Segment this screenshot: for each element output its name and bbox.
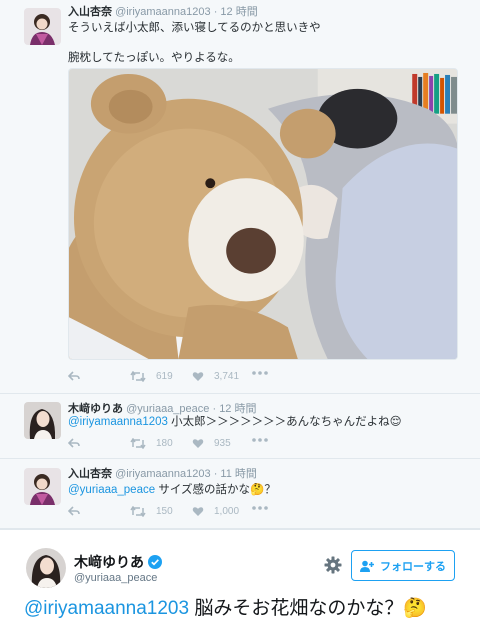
- more-icon: [252, 371, 268, 375]
- tweet-text: そういえば小太郎、添い寝してるのかと思いきや 腕枕してたっぽい。やりよるな。: [68, 20, 463, 66]
- user-handle[interactable]: @yuriaaa_peace: [74, 572, 157, 584]
- heart-icon: [192, 439, 204, 448]
- retweet-icon: [130, 506, 146, 517]
- more-button[interactable]: [252, 438, 268, 442]
- like-count: 3,741: [214, 371, 240, 382]
- user-handle[interactable]: @iriyamaanna1203: [115, 6, 211, 18]
- mention-link[interactable]: @iriyamaanna1203: [24, 598, 189, 619]
- like-button[interactable]: 1,000: [192, 506, 239, 517]
- tweet-text-line: そういえば小太郎、添い寝してるのかと思いきや: [68, 22, 321, 34]
- avatar[interactable]: [24, 468, 61, 505]
- retweet-count: 150: [156, 506, 173, 517]
- tweet-photo[interactable]: [68, 68, 458, 360]
- retweet-button[interactable]: 619: [130, 371, 173, 382]
- tweet-header: 入山杏奈 @iriyamaanna1203 · 12 時間: [68, 5, 258, 19]
- retweet-count: 619: [156, 371, 173, 382]
- relieved-face-emoji: 😌: [389, 416, 402, 428]
- tweet-text: @iriyamaanna1203 小太郎＞＞＞＞＞＞＞あんなちゃんだよね😌: [68, 414, 463, 430]
- reply-button[interactable]: [68, 371, 80, 381]
- retweet-icon: [130, 371, 146, 382]
- user-name[interactable]: 木﨑ゆりあ: [74, 552, 144, 572]
- more-icon: [252, 506, 268, 510]
- gear-icon[interactable]: [324, 556, 342, 574]
- reply-icon: [68, 506, 80, 516]
- tweet-1[interactable]: 入山杏奈 @iriyamaanna1203 · 12 時間 そういえば小太郎、添…: [0, 0, 480, 394]
- heart-icon: [192, 372, 204, 381]
- tweet-3[interactable]: 入山杏奈 @iriyamaanna1203 · 11 時間 @yuriaaa_p…: [0, 459, 480, 529]
- retweet-button[interactable]: 180: [130, 438, 173, 449]
- reply-icon: [68, 438, 80, 448]
- reply-button[interactable]: [68, 506, 80, 516]
- avatar[interactable]: [24, 8, 61, 45]
- tweet-header: 入山杏奈 @iriyamaanna1203 · 11 時間: [68, 467, 257, 481]
- tweet-2[interactable]: 木﨑ゆりあ @yuriaaa_peace · 12 時間 @iriyamaann…: [0, 394, 480, 459]
- user-name[interactable]: 入山杏奈: [68, 468, 112, 480]
- tweet-text-content: 小太郎＞＞＞＞＞＞＞あんなちゃんだよね: [167, 416, 390, 428]
- mention-link[interactable]: @yuriaaa_peace: [68, 484, 155, 496]
- thinking-face-emoji: 🤔: [249, 484, 265, 496]
- user-name-row: 木﨑ゆりあ: [74, 552, 162, 572]
- tweet-text-content: 脳みそお花畑なのかな？: [189, 598, 404, 619]
- more-button[interactable]: [252, 371, 268, 375]
- reply-button[interactable]: [68, 438, 80, 448]
- retweet-icon: [130, 438, 146, 449]
- retweet-button[interactable]: 150: [130, 506, 173, 517]
- mention-link[interactable]: @iriyamaanna1203: [68, 416, 168, 428]
- like-button[interactable]: 935: [192, 438, 231, 449]
- more-button[interactable]: [252, 506, 268, 510]
- main-tweet-text: @iriyamaanna1203 脳みそお花畑なのかな？🤔: [24, 596, 427, 622]
- add-user-icon: [360, 560, 374, 572]
- thinking-face-emoji: 🤔: [403, 598, 428, 619]
- more-icon: [252, 438, 268, 442]
- heart-icon: [192, 507, 204, 516]
- user-name[interactable]: 入山杏奈: [68, 6, 112, 18]
- reply-icon: [68, 371, 80, 381]
- tweet-text: @yuriaaa_peace サイズ感の話かな🤔？: [68, 482, 463, 498]
- follow-button[interactable]: フォローする: [351, 550, 455, 581]
- avatar[interactable]: [24, 402, 61, 439]
- retweet-count: 180: [156, 438, 173, 449]
- timestamp[interactable]: · 12 時間: [214, 6, 258, 18]
- like-count: 1,000: [214, 506, 240, 517]
- like-count: 935: [214, 438, 231, 449]
- like-button[interactable]: 3,741: [192, 371, 239, 382]
- follow-button-label: フォローする: [380, 560, 446, 573]
- verified-badge-icon: [148, 555, 162, 569]
- user-handle[interactable]: @iriyamaanna1203: [115, 468, 211, 480]
- timestamp[interactable]: · 11 時間: [214, 468, 257, 480]
- main-tweet: 木﨑ゆりあ @yuriaaa_peace フォローする @iriyamaanna…: [0, 529, 480, 634]
- tweet-text-line: 腕枕してたっぽい。やりよるな。: [68, 52, 240, 64]
- conversation-thread: 入山杏奈 @iriyamaanna1203 · 12 時間 そういえば小太郎、添…: [0, 0, 480, 634]
- tweet-text-suffix: ？: [264, 484, 276, 496]
- avatar[interactable]: [26, 548, 66, 588]
- tweet-text-content: サイズ感の話かな: [155, 484, 250, 496]
